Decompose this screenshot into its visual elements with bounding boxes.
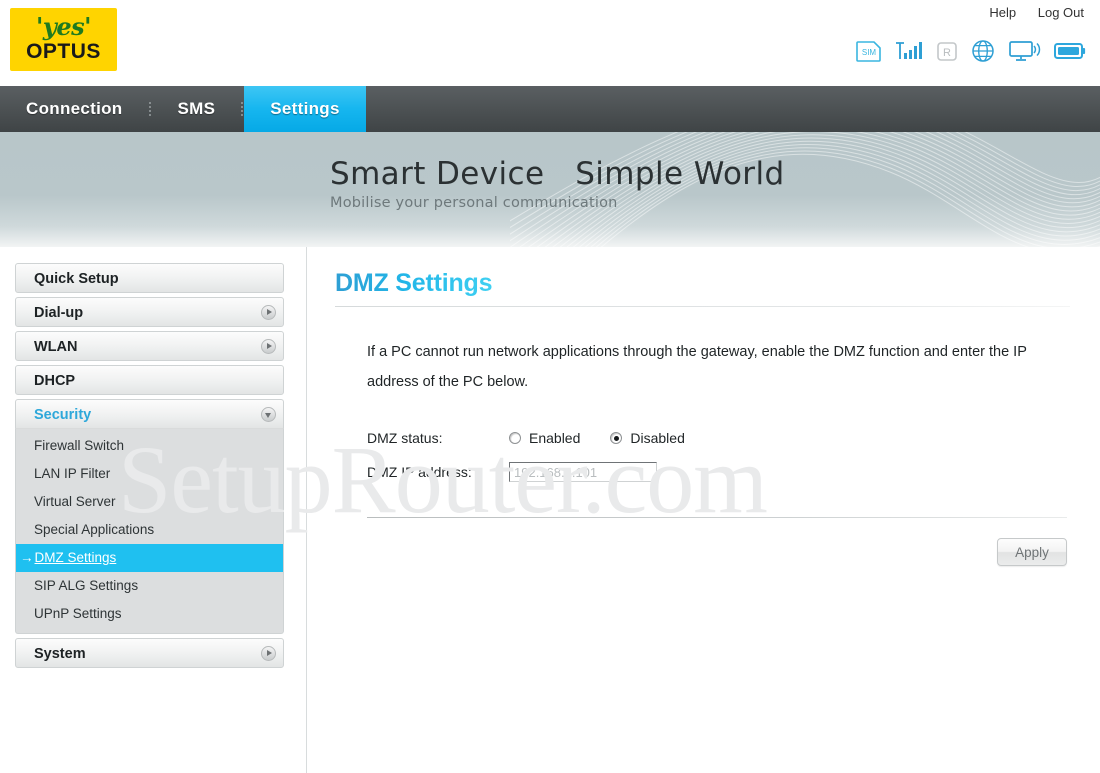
sidebar-group-system: System — [15, 638, 284, 668]
logo-yes-text: 'yes' — [10, 14, 117, 40]
help-link[interactable]: Help — [989, 5, 1016, 20]
logo-optus-text: OPTUS — [10, 40, 117, 63]
sidebar-item-lan-ip-filter[interactable]: LAN IP Filter — [16, 460, 283, 488]
marketing-banner: Smart Device Simple World Mobilise your … — [0, 132, 1100, 247]
sidebar-group-dial-up: Dial-up — [15, 297, 284, 327]
chevron-right-icon[interactable] — [261, 339, 276, 354]
dmz-form: DMZ status: Enabled Disabled DMZ IP addr… — [367, 421, 1070, 489]
signal-bars-icon — [894, 40, 924, 67]
sidebar-item-upnp-settings[interactable]: UPnP Settings — [16, 600, 283, 628]
dmz-ip-label: DMZ IP address: — [367, 464, 509, 480]
dmz-status-disabled-label: Disabled — [630, 430, 684, 446]
status-icon-tray: SIM R — [856, 36, 1086, 70]
sidebar-item-system[interactable]: System — [15, 638, 284, 668]
dmz-ip-row: DMZ IP address: — [367, 455, 1070, 489]
nav-item-sms[interactable]: SMS — [152, 86, 242, 132]
primary-nav: Connection SMS Settings — [0, 86, 1100, 132]
sidebar: Quick Setup Dial-up WLAN DHCP Security F… — [0, 247, 307, 773]
sidebar-item-sip-alg-settings[interactable]: SIP ALG Settings — [16, 572, 283, 600]
sidebar-item-security-label: Security — [34, 407, 91, 423]
main-area: Quick Setup Dial-up WLAN DHCP Security F… — [0, 247, 1100, 773]
svg-text:R: R — [943, 47, 951, 59]
sidebar-item-system-label: System — [34, 646, 86, 662]
selected-arrow-icon: → — [20, 550, 34, 565]
top-bar: 'yes' OPTUS Help Log Out SIM R — [0, 0, 1100, 86]
sidebar-item-dhcp[interactable]: DHCP — [15, 365, 284, 395]
dmz-ip-input[interactable] — [509, 462, 657, 482]
sidebar-item-quick-setup[interactable]: Quick Setup — [15, 263, 284, 293]
optus-logo: 'yes' OPTUS — [10, 8, 117, 71]
banner-subtitle: Mobilise your personal communication — [330, 195, 785, 211]
page-description: If a PC cannot run network applications … — [367, 337, 1047, 397]
roaming-icon: R — [936, 40, 958, 67]
nav-filler — [366, 86, 1100, 132]
banner-text: Smart Device Simple World Mobilise your … — [330, 156, 785, 211]
chevron-down-icon[interactable] — [261, 407, 276, 422]
sidebar-group-security: Security Firewall Switch LAN IP Filter V… — [15, 399, 284, 634]
svg-text:SIM: SIM — [862, 48, 877, 57]
nav-item-settings[interactable]: Settings — [244, 86, 365, 132]
dmz-status-radio-group: Enabled Disabled — [509, 430, 685, 446]
nav-separator — [241, 102, 244, 116]
sim-card-icon: SIM — [856, 40, 882, 67]
page-title: DMZ Settings — [335, 269, 492, 298]
sidebar-item-firewall-switch[interactable]: Firewall Switch — [16, 432, 283, 460]
chevron-right-icon[interactable] — [261, 646, 276, 661]
logout-link[interactable]: Log Out — [1038, 5, 1084, 20]
apply-button-row: Apply — [335, 538, 1067, 566]
dmz-status-enabled-radio[interactable]: Enabled — [509, 430, 580, 446]
form-divider — [367, 517, 1067, 518]
dmz-status-disabled-radio[interactable]: Disabled — [610, 430, 684, 446]
sidebar-group-quick-setup: Quick Setup — [15, 263, 284, 293]
chevron-right-icon[interactable] — [261, 305, 276, 320]
sidebar-group-wlan: WLAN — [15, 331, 284, 361]
globe-icon — [970, 38, 996, 69]
sidebar-item-special-applications[interactable]: Special Applications — [16, 516, 283, 544]
battery-icon — [1054, 41, 1086, 66]
title-divider — [335, 306, 1070, 307]
content-panel: DMZ Settings If a PC cannot run network … — [307, 247, 1100, 773]
sidebar-submenu-security: Firewall Switch LAN IP Filter Virtual Se… — [15, 429, 284, 634]
sidebar-item-dial-up-label: Dial-up — [34, 305, 83, 321]
radio-dot-icon[interactable] — [509, 432, 521, 444]
sidebar-group-dhcp: DHCP — [15, 365, 284, 395]
dmz-status-row: DMZ status: Enabled Disabled — [367, 421, 1070, 455]
monitor-wifi-icon — [1008, 39, 1042, 68]
sidebar-item-dmz-settings[interactable]: →DMZ Settings — [16, 544, 283, 572]
sidebar-item-security[interactable]: Security — [15, 399, 284, 429]
nav-separator — [149, 102, 152, 116]
dmz-status-enabled-label: Enabled — [529, 430, 580, 446]
sidebar-item-wlan[interactable]: WLAN — [15, 331, 284, 361]
sidebar-item-dmz-settings-label: DMZ Settings — [35, 550, 117, 565]
sidebar-item-virtual-server[interactable]: Virtual Server — [16, 488, 283, 516]
top-links: Help Log Out — [971, 5, 1084, 20]
apply-button[interactable]: Apply — [997, 538, 1067, 566]
dmz-status-label: DMZ status: — [367, 430, 509, 446]
nav-item-connection[interactable]: Connection — [0, 86, 149, 132]
banner-title: Smart Device Simple World — [330, 156, 785, 192]
sidebar-item-dial-up[interactable]: Dial-up — [15, 297, 284, 327]
radio-dot-checked-icon[interactable] — [610, 432, 622, 444]
sidebar-item-wlan-label: WLAN — [34, 339, 78, 355]
